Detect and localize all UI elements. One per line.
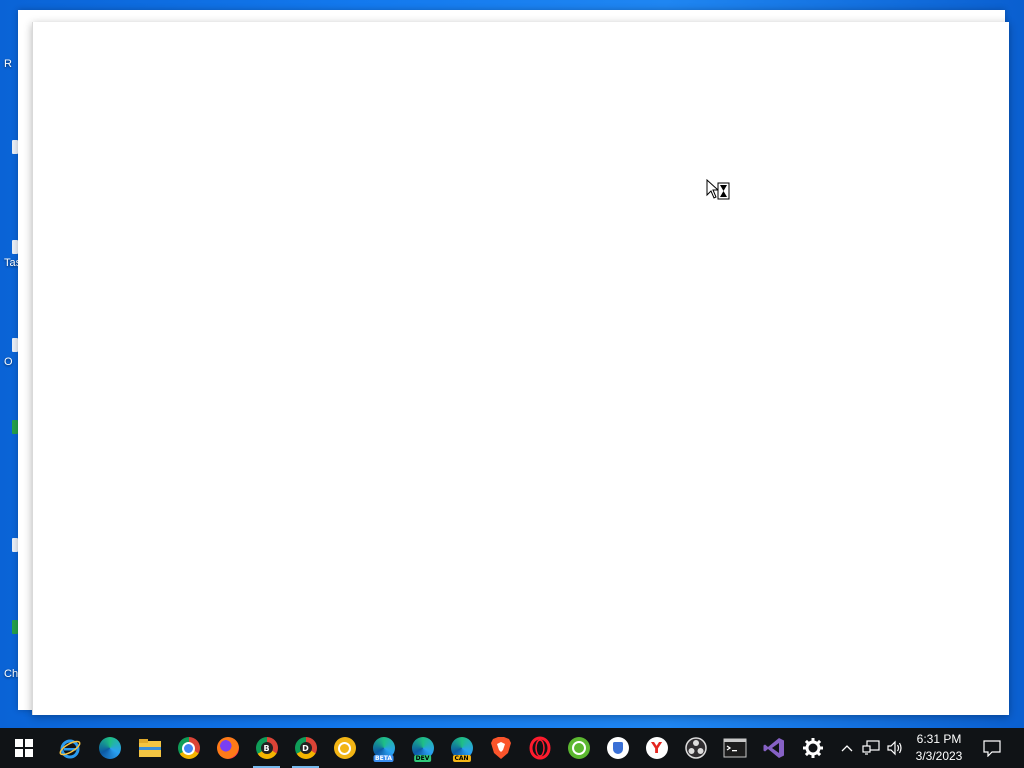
firefox-icon bbox=[216, 737, 239, 759]
taskbar-internet-explorer[interactable] bbox=[50, 728, 89, 768]
taskbar-terminal[interactable] bbox=[715, 728, 754, 768]
notification-icon bbox=[983, 740, 1001, 757]
loading-window[interactable] bbox=[32, 22, 1009, 715]
chevron-up-icon bbox=[841, 745, 853, 752]
edge-dev-icon: DEV bbox=[411, 737, 434, 762]
brave-icon bbox=[490, 737, 511, 759]
taskbar-visual-studio[interactable] bbox=[754, 728, 793, 768]
visual-studio-icon bbox=[763, 738, 784, 758]
taskbar-edge[interactable] bbox=[90, 728, 129, 768]
edge-canary-icon: CAN bbox=[450, 737, 473, 762]
taskbar-maxthon[interactable] bbox=[559, 728, 598, 768]
taskbar-edge-canary[interactable]: CAN bbox=[442, 728, 481, 768]
taskbar-edge-dev[interactable]: DEV bbox=[403, 728, 442, 768]
taskbar-vivaldi[interactable] bbox=[598, 728, 637, 768]
chrome-beta-badge: B bbox=[260, 742, 273, 754]
taskbar: B D BETA DEV CAN Y 6:31 PM 3/3/2023 bbox=[0, 728, 1024, 768]
taskbar-clock[interactable]: 6:31 PM 3/3/2023 bbox=[908, 728, 970, 768]
network-button[interactable] bbox=[860, 728, 882, 768]
taskbar-firefox[interactable] bbox=[208, 728, 247, 768]
settings-gear-icon bbox=[802, 738, 823, 758]
edge-beta-icon: BETA bbox=[372, 737, 395, 762]
edge-icon bbox=[98, 737, 121, 759]
desktop: R Tas O Ch bbox=[0, 0, 1024, 728]
taskbar-chrome-dev[interactable]: D bbox=[286, 728, 325, 768]
clock-time: 6:31 PM bbox=[916, 732, 962, 746]
maxthon-icon bbox=[567, 737, 590, 759]
taskbar-chrome-canary[interactable] bbox=[325, 728, 364, 768]
chrome-icon bbox=[177, 737, 200, 759]
taskbar-chrome-beta[interactable]: B bbox=[247, 728, 286, 768]
taskbar-brave[interactable] bbox=[481, 728, 520, 768]
taskbar-chrome[interactable] bbox=[169, 728, 208, 768]
taskbar-opera[interactable] bbox=[520, 728, 559, 768]
opera-icon bbox=[529, 736, 550, 760]
taskbar-file-explorer[interactable] bbox=[130, 728, 169, 768]
action-center-button[interactable] bbox=[978, 728, 1006, 768]
network-icon bbox=[862, 740, 880, 755]
desktop-icon-label[interactable]: R bbox=[4, 58, 12, 70]
yandex-icon: Y bbox=[645, 737, 668, 759]
chrome-beta-icon: B bbox=[255, 737, 278, 759]
vivaldi-shield-icon bbox=[606, 737, 629, 759]
internet-explorer-icon bbox=[59, 739, 80, 759]
desktop-icon-label[interactable]: O bbox=[4, 356, 13, 368]
desktop-icon-label[interactable]: Ch bbox=[4, 668, 18, 680]
file-explorer-icon bbox=[138, 739, 161, 757]
busy-hourglass-cursor-icon bbox=[706, 179, 730, 200]
volume-icon bbox=[887, 740, 902, 756]
start-button[interactable] bbox=[4, 728, 43, 768]
obs-icon bbox=[684, 737, 707, 759]
chrome-dev-badge: D bbox=[299, 742, 312, 754]
clock-date: 3/3/2023 bbox=[915, 749, 963, 763]
show-hidden-icons-button[interactable] bbox=[838, 728, 856, 768]
taskbar-yandex[interactable]: Y bbox=[637, 728, 676, 768]
taskbar-settings[interactable] bbox=[793, 728, 832, 768]
windows-logo-icon bbox=[14, 739, 33, 757]
chrome-dev-icon: D bbox=[294, 737, 317, 759]
terminal-icon bbox=[723, 738, 746, 758]
chrome-canary-icon bbox=[333, 737, 356, 759]
volume-button[interactable] bbox=[884, 728, 906, 768]
taskbar-obs[interactable] bbox=[676, 728, 715, 768]
taskbar-edge-beta[interactable]: BETA bbox=[364, 728, 403, 768]
